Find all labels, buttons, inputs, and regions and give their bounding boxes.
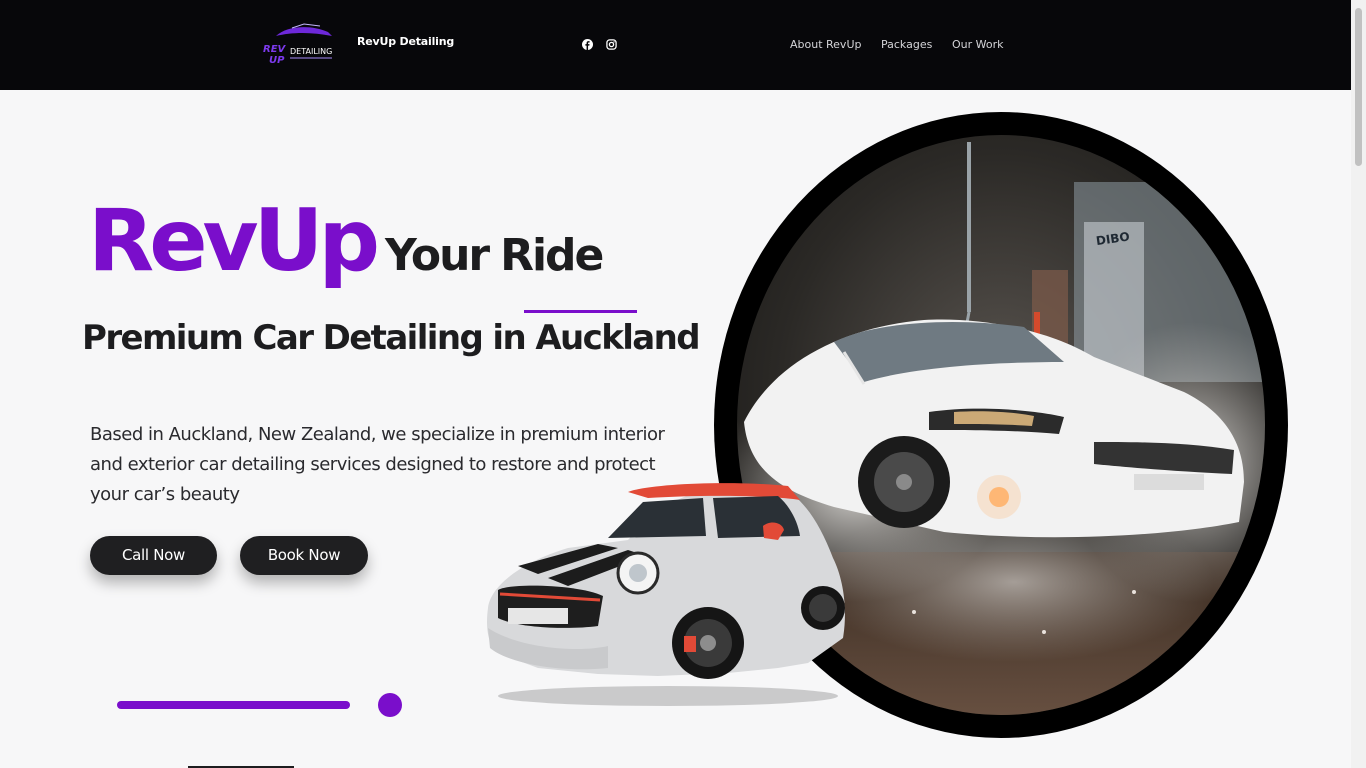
logo[interactable]: REV UP DETAILING [262, 22, 336, 64]
hero-title-ride: Ride [500, 230, 604, 281]
mini-cooper-image [487, 483, 845, 706]
slider-dot[interactable] [378, 693, 402, 717]
logo-detailing: DETAILING [290, 47, 332, 56]
hero-subtitle: Premium Car Detailing in Auckland [82, 318, 701, 358]
slider-progress-bar [117, 701, 350, 709]
nav-our-work[interactable]: Our Work [952, 38, 1004, 51]
logo-up: UP [269, 55, 285, 64]
book-now-button[interactable]: Book Now [240, 536, 368, 575]
nav-about[interactable]: About RevUp [790, 38, 861, 51]
instagram-icon[interactable] [606, 39, 617, 50]
site-header: REV UP DETAILING RevUp Detailing About R… [0, 0, 1351, 90]
brand-name[interactable]: RevUp Detailing [357, 35, 454, 48]
scrollbar-thumb[interactable] [1355, 8, 1362, 166]
hero-title: RevUp Your Ride [88, 198, 604, 284]
hero-title-your: Your [385, 230, 490, 281]
call-now-button[interactable]: Call Now [90, 536, 217, 575]
hero-title-brand: RevUp [88, 191, 380, 291]
nav-packages[interactable]: Packages [881, 38, 932, 51]
ride-underline [524, 310, 637, 313]
scrollbar[interactable] [1351, 0, 1366, 768]
logo-rev: REV [263, 44, 287, 55]
facebook-icon[interactable] [582, 39, 593, 50]
